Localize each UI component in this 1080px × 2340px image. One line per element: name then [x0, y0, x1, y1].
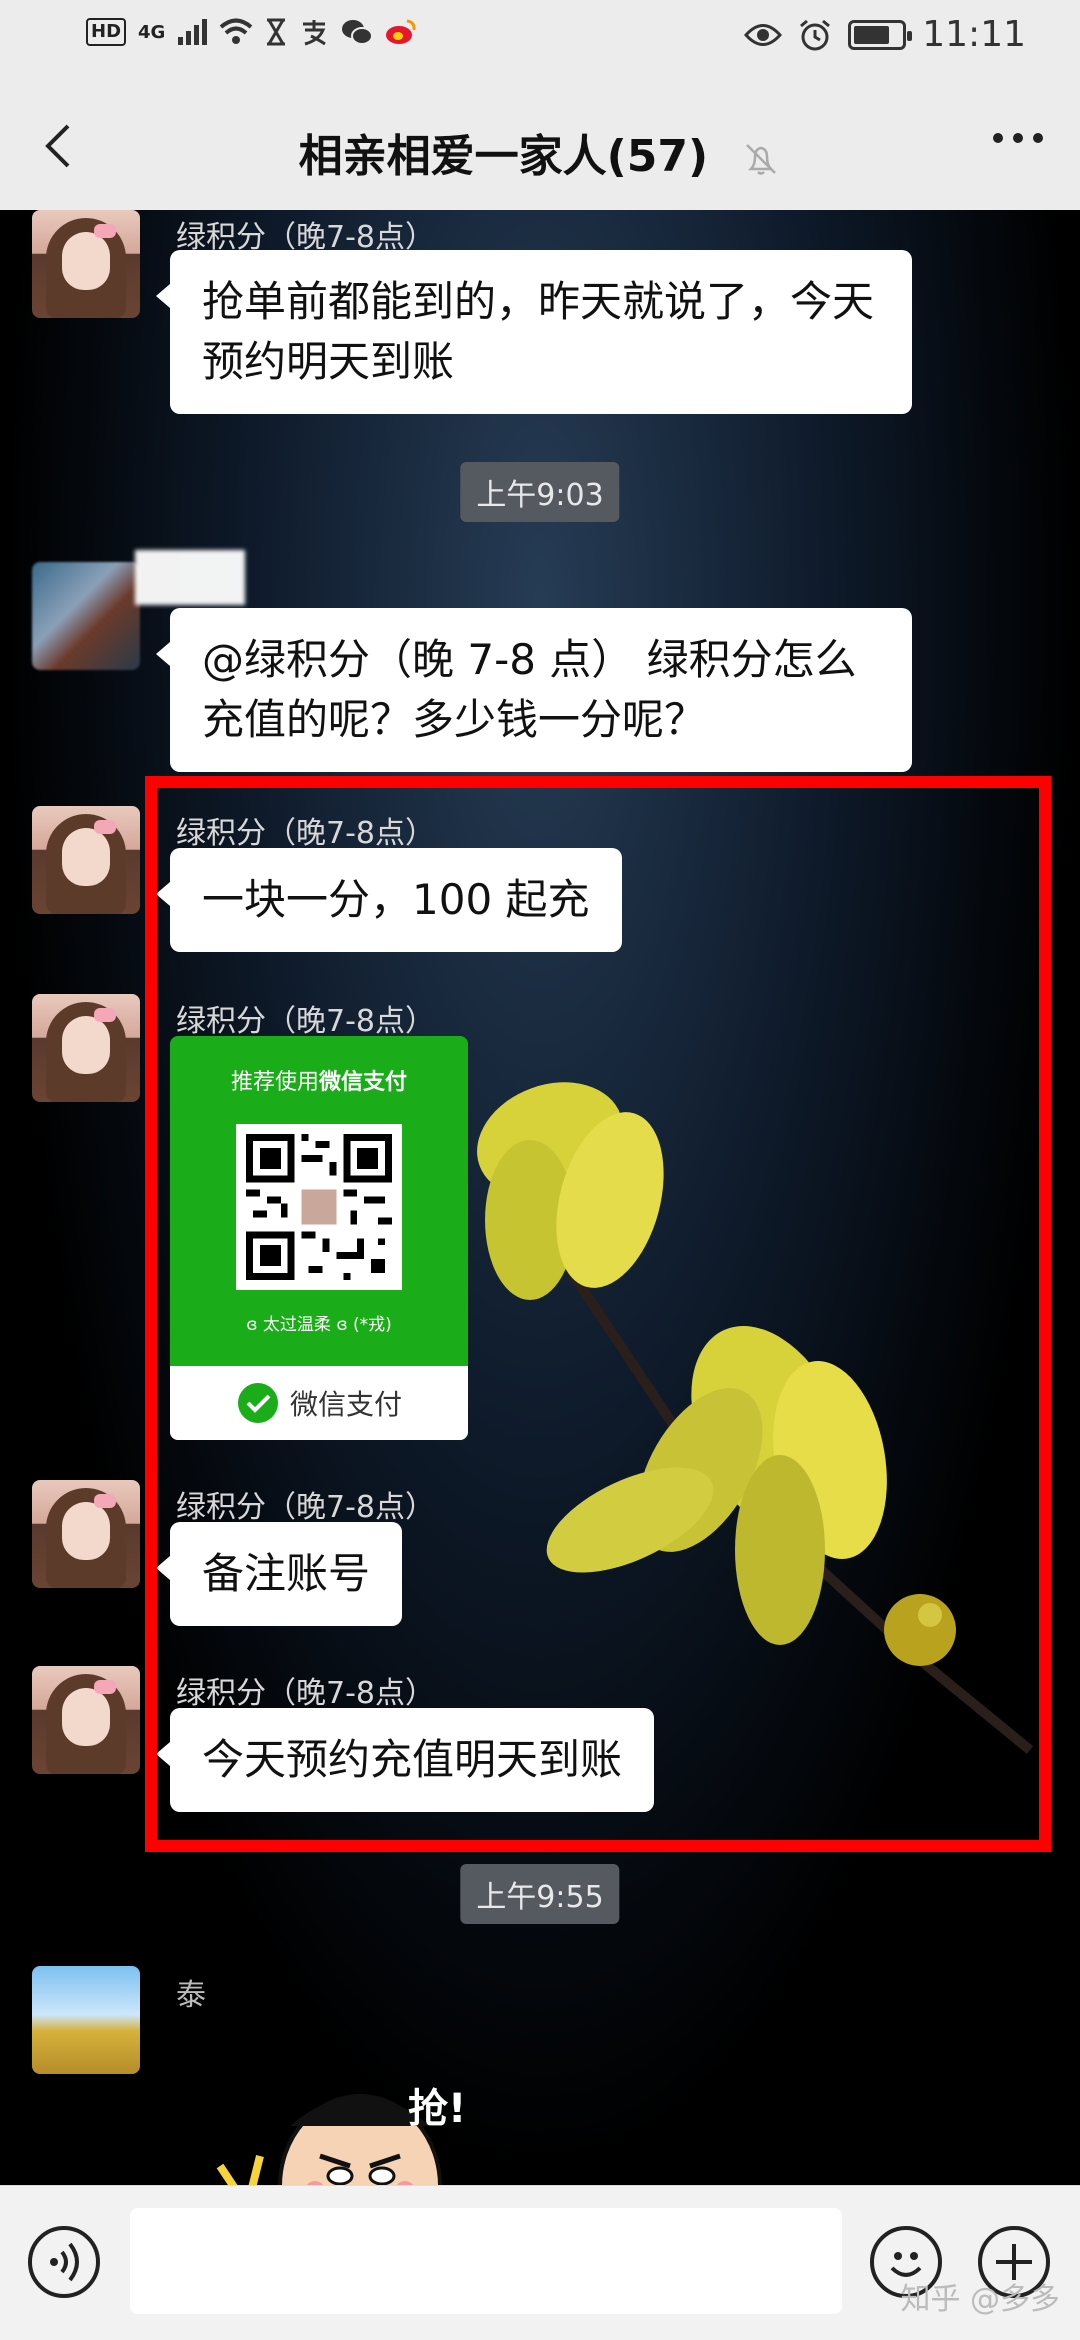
status-bar: HD 4G 11:11 [0, 0, 1080, 82]
alarm-icon [800, 19, 831, 50]
network-label: 4G [138, 21, 166, 43]
more-options-icon[interactable] [990, 128, 1046, 148]
wifi-icon [220, 18, 253, 44]
avatar[interactable] [32, 1966, 140, 2074]
avatar[interactable] [32, 806, 140, 914]
red-highlight-box [145, 776, 1051, 1852]
chat-title-row: 相亲相爱一家人(57) [0, 120, 1080, 184]
input-bar: 知乎 @多多 [0, 2185, 1080, 2340]
chat-title: 相亲相爱一家人(57) [298, 131, 709, 182]
blurred-name [135, 550, 245, 605]
voice-button[interactable] [28, 2226, 100, 2298]
signal-icon [178, 19, 208, 45]
timestamp: 上午9:03 [460, 462, 620, 522]
chat-header: 相亲相爱一家人(57) [0, 82, 1080, 210]
status-icons-left: HD 4G [86, 18, 417, 46]
watermark: 知乎 @多多 [900, 2282, 1060, 2317]
eye-icon [744, 23, 783, 46]
avatar[interactable] [32, 210, 140, 318]
message-bubble[interactable]: @绿积分（晚 7-8 点） 绿积分怎么充值的呢？多少钱一分呢？ [156, 608, 912, 772]
avatar[interactable] [32, 1480, 140, 1588]
avatar[interactable] [32, 562, 140, 670]
mute-bell-icon [746, 144, 777, 175]
hourglass-icon [267, 18, 286, 46]
avatar[interactable] [32, 1666, 140, 1774]
voice-icon [50, 2242, 79, 2282]
weibo-icon [386, 19, 416, 44]
avatar[interactable] [32, 994, 140, 1102]
sticker-text: 抢! [408, 2086, 467, 2132]
battery-icon [848, 19, 913, 50]
message-input[interactable] [130, 2208, 842, 2314]
clock: 11:11 [922, 14, 1026, 55]
status-icons-right: 11:11 [744, 14, 1026, 55]
emoji-sticker[interactable] [200, 2066, 520, 2185]
hd-badge: HD [86, 18, 127, 46]
wechat-icon [342, 20, 374, 45]
message-bubble[interactable]: 抢单前都能到的，昨天就说了，今天预约明天到账 [156, 250, 912, 414]
sender-name: 泰 [176, 1978, 206, 2013]
battery-fill [854, 25, 890, 44]
chat-area[interactable]: 绿积分（晚7-8点） 抢单前都能到的，昨天就说了，今天预约明天到账 上午9:03… [0, 210, 1080, 2185]
alipay-icon [303, 20, 327, 46]
timestamp: 上午9:55 [460, 1864, 620, 1924]
